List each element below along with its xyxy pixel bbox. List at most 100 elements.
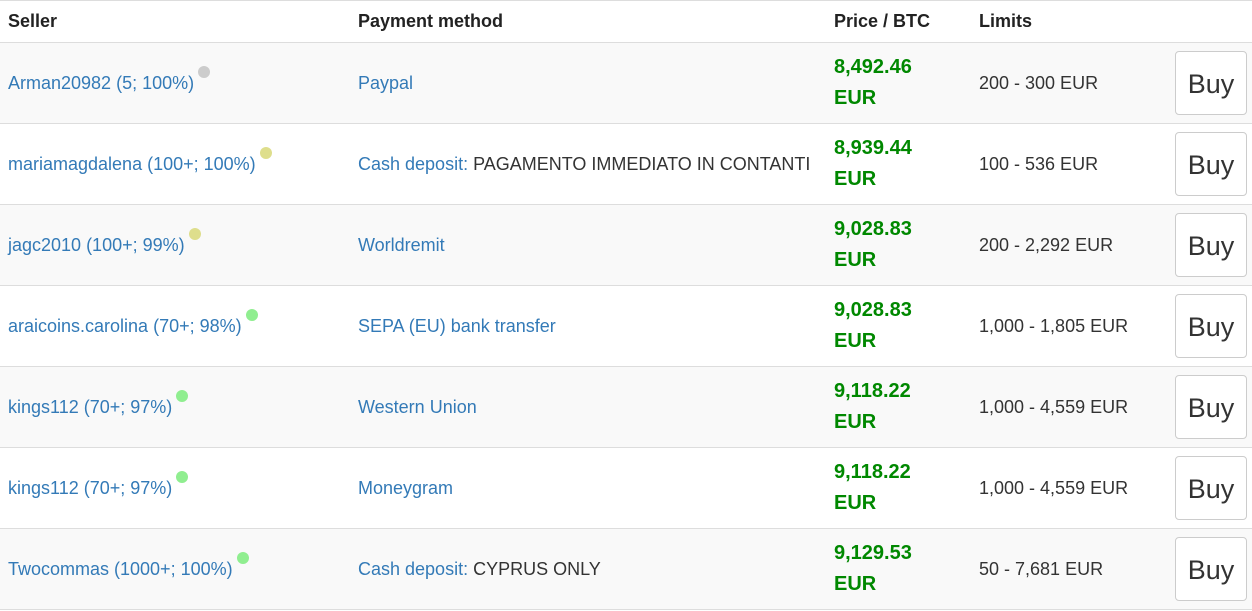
- action-cell: Buy: [1152, 285, 1252, 367]
- price-cell: 9,118.22 EUR: [826, 447, 971, 529]
- table-header-row: Seller Payment method Price / BTC Limits: [0, 0, 1252, 43]
- table-row: jagc2010 (100+; 99%) Worldremit 9,028.83…: [0, 204, 1252, 286]
- price-cell: 9,118.22 EUR: [826, 366, 971, 448]
- seller-link[interactable]: jagc2010 (100+; 99%): [8, 235, 185, 255]
- seller-cell: Twocommas (1000+; 100%): [0, 528, 350, 610]
- price-currency: EUR: [834, 492, 877, 514]
- action-cell: Buy: [1152, 366, 1252, 448]
- seller-cell: Arman20982 (5; 100%): [0, 42, 350, 124]
- payment-method-note: CYPRUS ONLY: [468, 559, 601, 579]
- limits-value: 200 - 300 EUR: [979, 73, 1099, 93]
- limits-cell: 1,000 - 4,559 EUR: [971, 366, 1152, 448]
- seller-link[interactable]: araicoins.carolina (70+; 98%): [8, 316, 242, 336]
- limits-value: 50 - 7,681 EUR: [979, 559, 1104, 579]
- online-status-dot: [236, 552, 249, 564]
- seller-cell: mariamagdalena (100+; 100%): [0, 123, 350, 205]
- online-status-dot: [176, 390, 189, 402]
- payment-method-note: PAGAMENTO IMMEDIATO IN CONTANTI: [468, 154, 811, 174]
- limits-value: 1,000 - 4,559 EUR: [979, 397, 1129, 417]
- payment-method-cell: Paypal: [350, 42, 826, 124]
- action-cell: Buy: [1152, 447, 1252, 529]
- buy-button[interactable]: Buy: [1175, 375, 1247, 439]
- price-currency: EUR: [834, 330, 877, 352]
- payment-method-cell: Worldremit: [350, 204, 826, 286]
- limits-cell: 100 - 536 EUR: [971, 123, 1152, 205]
- action-cell: Buy: [1152, 204, 1252, 286]
- payment-method-link[interactable]: Worldremit: [358, 235, 445, 255]
- payment-method-link[interactable]: Cash deposit:: [358, 154, 468, 174]
- payment-method-cell: Western Union: [350, 366, 826, 448]
- price-currency: EUR: [834, 168, 877, 190]
- seller-link[interactable]: kings112 (70+; 97%): [8, 478, 172, 498]
- online-status-dot: [176, 471, 189, 483]
- limits-cell: 50 - 7,681 EUR: [971, 528, 1152, 610]
- price-value: 9,028.83: [834, 218, 912, 240]
- payment-method-link[interactable]: Paypal: [358, 73, 413, 93]
- table-row: kings112 (70+; 97%) Western Union 9,118.…: [0, 366, 1252, 448]
- offers-table: Seller Payment method Price / BTC Limits…: [0, 0, 1252, 610]
- table-row: araicoins.carolina (70+; 98%) SEPA (EU) …: [0, 285, 1252, 367]
- price-currency: EUR: [834, 411, 877, 433]
- header-seller[interactable]: Seller: [0, 0, 350, 43]
- price-value: 9,028.83: [834, 299, 912, 321]
- seller-link[interactable]: mariamagdalena (100+; 100%): [8, 154, 256, 174]
- action-cell: Buy: [1152, 528, 1252, 610]
- seller-cell: kings112 (70+; 97%): [0, 366, 350, 448]
- payment-method-link[interactable]: Moneygram: [358, 478, 453, 498]
- limits-value: 100 - 536 EUR: [979, 154, 1099, 174]
- limits-cell: 1,000 - 1,805 EUR: [971, 285, 1152, 367]
- online-status-dot: [245, 309, 258, 321]
- online-status-dot: [188, 228, 201, 240]
- buy-button[interactable]: Buy: [1175, 294, 1247, 358]
- buy-button[interactable]: Buy: [1175, 537, 1247, 601]
- buy-button[interactable]: Buy: [1175, 213, 1247, 277]
- buy-button[interactable]: Buy: [1175, 132, 1247, 196]
- price-cell: 9,129.53 EUR: [826, 528, 971, 610]
- payment-method-cell: SEPA (EU) bank transfer: [350, 285, 826, 367]
- payment-method-link[interactable]: Cash deposit:: [358, 559, 468, 579]
- price-currency: EUR: [834, 87, 877, 109]
- price-cell: 9,028.83 EUR: [826, 204, 971, 286]
- price-value: 9,118.22: [834, 380, 911, 402]
- price-cell: 9,028.83 EUR: [826, 285, 971, 367]
- table-row: Arman20982 (5; 100%) Paypal 8,492.46 EUR…: [0, 42, 1252, 124]
- buy-button[interactable]: Buy: [1175, 456, 1247, 520]
- payment-method-link[interactable]: Western Union: [358, 397, 477, 417]
- limits-value: 1,000 - 1,805 EUR: [979, 316, 1129, 336]
- header-limits[interactable]: Limits: [971, 0, 1152, 43]
- price-value: 9,118.22: [834, 461, 911, 483]
- payment-method-cell: Cash deposit: CYPRUS ONLY: [350, 528, 826, 610]
- seller-link[interactable]: kings112 (70+; 97%): [8, 397, 172, 417]
- header-payment-method[interactable]: Payment method: [350, 0, 826, 43]
- online-status-dot: [198, 66, 211, 78]
- limits-value: 1,000 - 4,559 EUR: [979, 478, 1129, 498]
- seller-cell: jagc2010 (100+; 99%): [0, 204, 350, 286]
- header-price[interactable]: Price / BTC: [826, 0, 971, 43]
- seller-cell: kings112 (70+; 97%): [0, 447, 350, 529]
- price-currency: EUR: [834, 249, 877, 271]
- limits-cell: 1,000 - 4,559 EUR: [971, 447, 1152, 529]
- limits-cell: 200 - 2,292 EUR: [971, 204, 1152, 286]
- seller-link[interactable]: Twocommas (1000+; 100%): [8, 559, 233, 579]
- action-cell: Buy: [1152, 123, 1252, 205]
- price-cell: 8,492.46 EUR: [826, 42, 971, 124]
- payment-method-cell: Cash deposit: PAGAMENTO IMMEDIATO IN CON…: [350, 123, 826, 205]
- price-cell: 8,939.44 EUR: [826, 123, 971, 205]
- price-value: 9,129.53: [834, 542, 912, 564]
- buy-button[interactable]: Buy: [1175, 51, 1247, 115]
- price-value: 8,492.46: [834, 56, 912, 78]
- online-status-dot: [259, 147, 272, 159]
- price-value: 8,939.44: [834, 137, 912, 159]
- seller-cell: araicoins.carolina (70+; 98%): [0, 285, 350, 367]
- table-row: Twocommas (1000+; 100%) Cash deposit: CY…: [0, 528, 1252, 610]
- limits-cell: 200 - 300 EUR: [971, 42, 1152, 124]
- table-row: kings112 (70+; 97%) Moneygram 9,118.22 E…: [0, 447, 1252, 529]
- header-action: [1152, 0, 1252, 43]
- seller-link[interactable]: Arman20982 (5; 100%): [8, 73, 194, 93]
- limits-value: 200 - 2,292 EUR: [979, 235, 1114, 255]
- price-currency: EUR: [834, 573, 877, 595]
- table-row: mariamagdalena (100+; 100%) Cash deposit…: [0, 123, 1252, 205]
- action-cell: Buy: [1152, 42, 1252, 124]
- payment-method-link[interactable]: SEPA (EU) bank transfer: [358, 316, 556, 336]
- payment-method-cell: Moneygram: [350, 447, 826, 529]
